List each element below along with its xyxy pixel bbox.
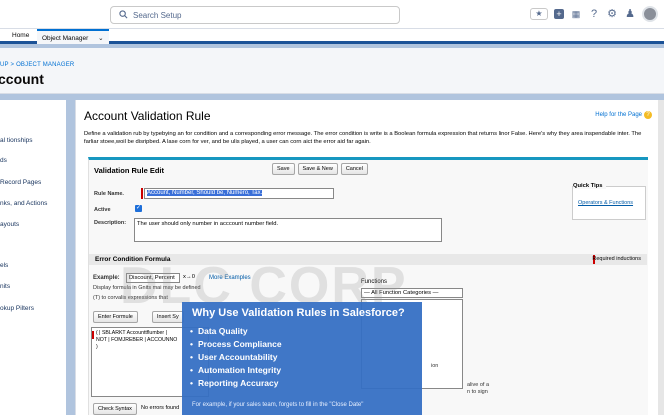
- rule-name-input[interactable]: Account, Number, Should be, Numero, Tax.: [144, 188, 334, 199]
- active-checkbox[interactable]: ✓: [135, 205, 142, 212]
- right-hint-2: alive of a: [467, 382, 490, 388]
- search-input[interactable]: Search Setup: [110, 6, 400, 24]
- page-scrollbar[interactable]: [658, 100, 664, 415]
- overlay-item: User Accountability: [190, 352, 282, 365]
- save-button[interactable]: Save: [272, 163, 295, 175]
- required-info: Required inductions: [592, 256, 641, 262]
- overlay-item: Automation Integrity: [190, 365, 282, 378]
- required-marker: [92, 331, 94, 339]
- setup-nav: Home Object Manager ⌄: [0, 29, 664, 44]
- breadcrumb[interactable]: UP > OBJECT MANAGER: [0, 62, 74, 68]
- check-syntax-button[interactable]: Check Syntax: [93, 403, 137, 415]
- page-header: UP > OBJECT MANAGER ccount: [0, 48, 664, 94]
- rule-name-value: Account, Number, Should be, Numero, Tax.: [147, 190, 263, 196]
- sidebar-item[interactable]: Record Pages: [0, 179, 41, 186]
- bell-icon[interactable]: ♟: [624, 7, 636, 21]
- example-label: Example:: [93, 275, 120, 281]
- star-icon[interactable]: ★: [530, 8, 548, 20]
- tab-object-manager-label: Object Manager: [42, 35, 89, 42]
- syntax-status: No errors found: [141, 405, 180, 411]
- sidebar: al tionships ds Record Pages nks, and Ac…: [0, 100, 66, 415]
- cancel-button[interactable]: Cancel: [340, 163, 368, 175]
- overlay-item: Process Compliance: [190, 339, 282, 352]
- description-textarea[interactable]: The user should only number in acccount …: [134, 218, 442, 242]
- active-label: Active: [94, 207, 111, 213]
- add-icon[interactable]: +: [554, 9, 564, 19]
- sidebar-item[interactable]: nits: [0, 283, 10, 290]
- overlay-title: Why Use Validation Rules in Salesforce?: [192, 307, 405, 319]
- app-launcher-icon[interactable]: ▦: [570, 7, 582, 21]
- description-label: Description:: [94, 220, 127, 226]
- save-new-button[interactable]: Save & New: [297, 163, 338, 175]
- page-title: ccount: [0, 71, 44, 87]
- quick-tips-title: Quick Tips: [573, 183, 606, 189]
- overlay-item: Reporting Accuracy: [190, 378, 282, 391]
- rule-name-label: Rule Name.: [94, 191, 124, 197]
- panel-title: Validation Rule Edit: [94, 166, 165, 175]
- sidebar-item[interactable]: els: [0, 262, 8, 269]
- quick-tips-box: Quick Tips Operators & Functions: [572, 183, 646, 220]
- search-placeholder: Search Setup: [133, 11, 182, 20]
- sidebar-item[interactable]: nks, and Actions: [0, 200, 47, 207]
- operators-functions-link[interactable]: Operators & Functions: [578, 200, 633, 206]
- global-header: Search Setup ★ + ▦ ? ⚙ ♟: [0, 0, 664, 29]
- sidebar-item[interactable]: ds: [0, 157, 7, 164]
- page-description: Define a validation rub by typebying an …: [84, 131, 642, 145]
- info-overlay-card: Why Use Validation Rules in Salesforce? …: [182, 302, 422, 415]
- overlay-footer: For example, if your sales team, forgets…: [192, 402, 364, 408]
- search-icon: [119, 10, 128, 19]
- gear-icon[interactable]: ⚙: [606, 7, 618, 21]
- help-link[interactable]: Help for the Page?: [595, 111, 652, 119]
- tab-object-manager[interactable]: Object Manager ⌄: [37, 29, 109, 44]
- avatar[interactable]: [642, 6, 658, 22]
- tab-home[interactable]: Home: [12, 32, 29, 39]
- sidebar-item[interactable]: ayouts: [0, 221, 19, 228]
- chevron-down-icon[interactable]: ⌄: [98, 35, 103, 42]
- help-link-label: Help for the Page: [595, 112, 642, 118]
- help-icon[interactable]: ?: [588, 7, 600, 21]
- help-icon: ?: [644, 111, 652, 119]
- rule-page-title: Account Validation Rule: [84, 109, 211, 123]
- sidebar-item[interactable]: okup Pilters: [0, 305, 34, 312]
- right-hint: ion: [431, 363, 439, 369]
- overlay-item: Data Quality: [190, 326, 282, 339]
- required-marker: [141, 188, 143, 199]
- sidebar-item[interactable]: al tionships: [0, 137, 33, 144]
- right-hint-3: n to sign: [467, 389, 488, 395]
